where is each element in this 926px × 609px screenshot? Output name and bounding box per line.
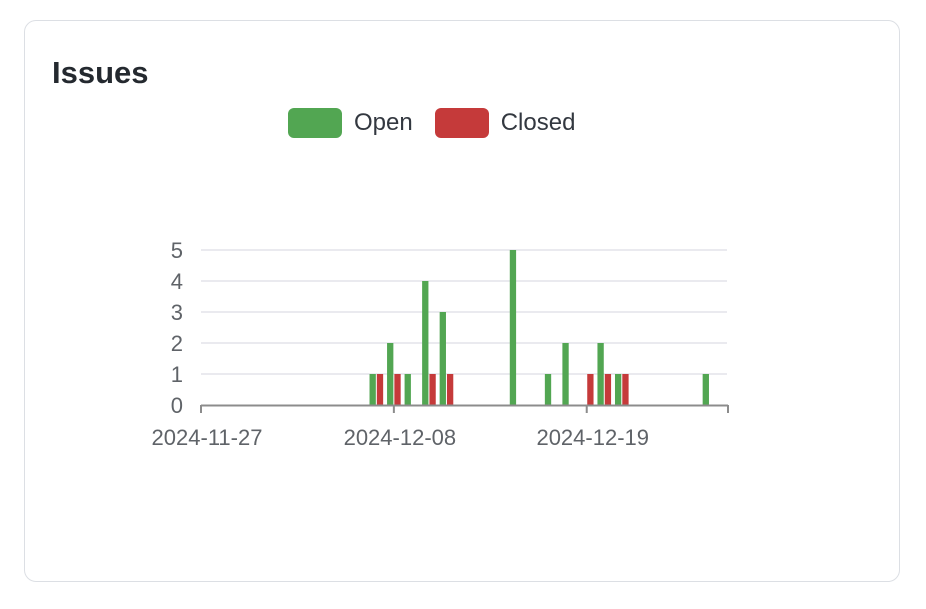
y-tick-label-3: 3 — [171, 300, 183, 325]
bar-closed-2024-12-07 — [376, 374, 384, 405]
bar-closed-2024-12-11 — [446, 374, 454, 405]
x-tick-label-2024-12-08: 2024-12-08 — [344, 425, 457, 450]
bar-open-2024-12-07 — [369, 374, 376, 405]
y-tick-label-0: 0 — [171, 393, 183, 418]
bar-open-2024-12-09 — [404, 374, 411, 405]
bar-open-2024-12-18 — [562, 343, 569, 405]
x-tick-label-2024-12-19: 2024-12-19 — [536, 425, 649, 450]
bar-open-2024-12-10 — [422, 281, 429, 405]
y-tick-label-1: 1 — [171, 362, 183, 387]
y-tick-label-2: 2 — [171, 331, 183, 356]
bar-open-2024-12-11 — [439, 312, 446, 405]
y-tick-label-5: 5 — [171, 238, 183, 263]
issues-bar-chart: 0 1 2 3 4 5 2024-11-27 2024-12-08 2024-12-19 — [152, 238, 729, 450]
bar-open-2024-12-20 — [597, 343, 604, 405]
bar-layer — [369, 250, 709, 405]
bar-open-2024-12-26 — [702, 374, 709, 405]
grid-layer — [201, 249, 727, 375]
bar-closed-2024-12-10 — [429, 374, 436, 405]
bar-closed-2024-12-21 — [622, 374, 629, 405]
bar-closed-2024-12-20 — [604, 374, 612, 405]
bar-closed-2024-12-19 — [587, 374, 594, 405]
bar-open-2024-12-17 — [544, 374, 552, 405]
x-tick-label-2024-11-27: 2024-11-27 — [152, 425, 263, 450]
y-tick-label-4: 4 — [171, 269, 183, 294]
bar-closed-2024-12-08 — [394, 374, 401, 405]
label-layer: 0 1 2 3 4 5 2024-11-27 2024-12-08 2024-12-19 — [152, 238, 649, 450]
bar-open-2024-12-15 — [509, 250, 517, 405]
bar-open-2024-12-21 — [614, 374, 622, 405]
bar-open-2024-12-08 — [387, 343, 394, 405]
axis-layer — [200, 404, 729, 413]
